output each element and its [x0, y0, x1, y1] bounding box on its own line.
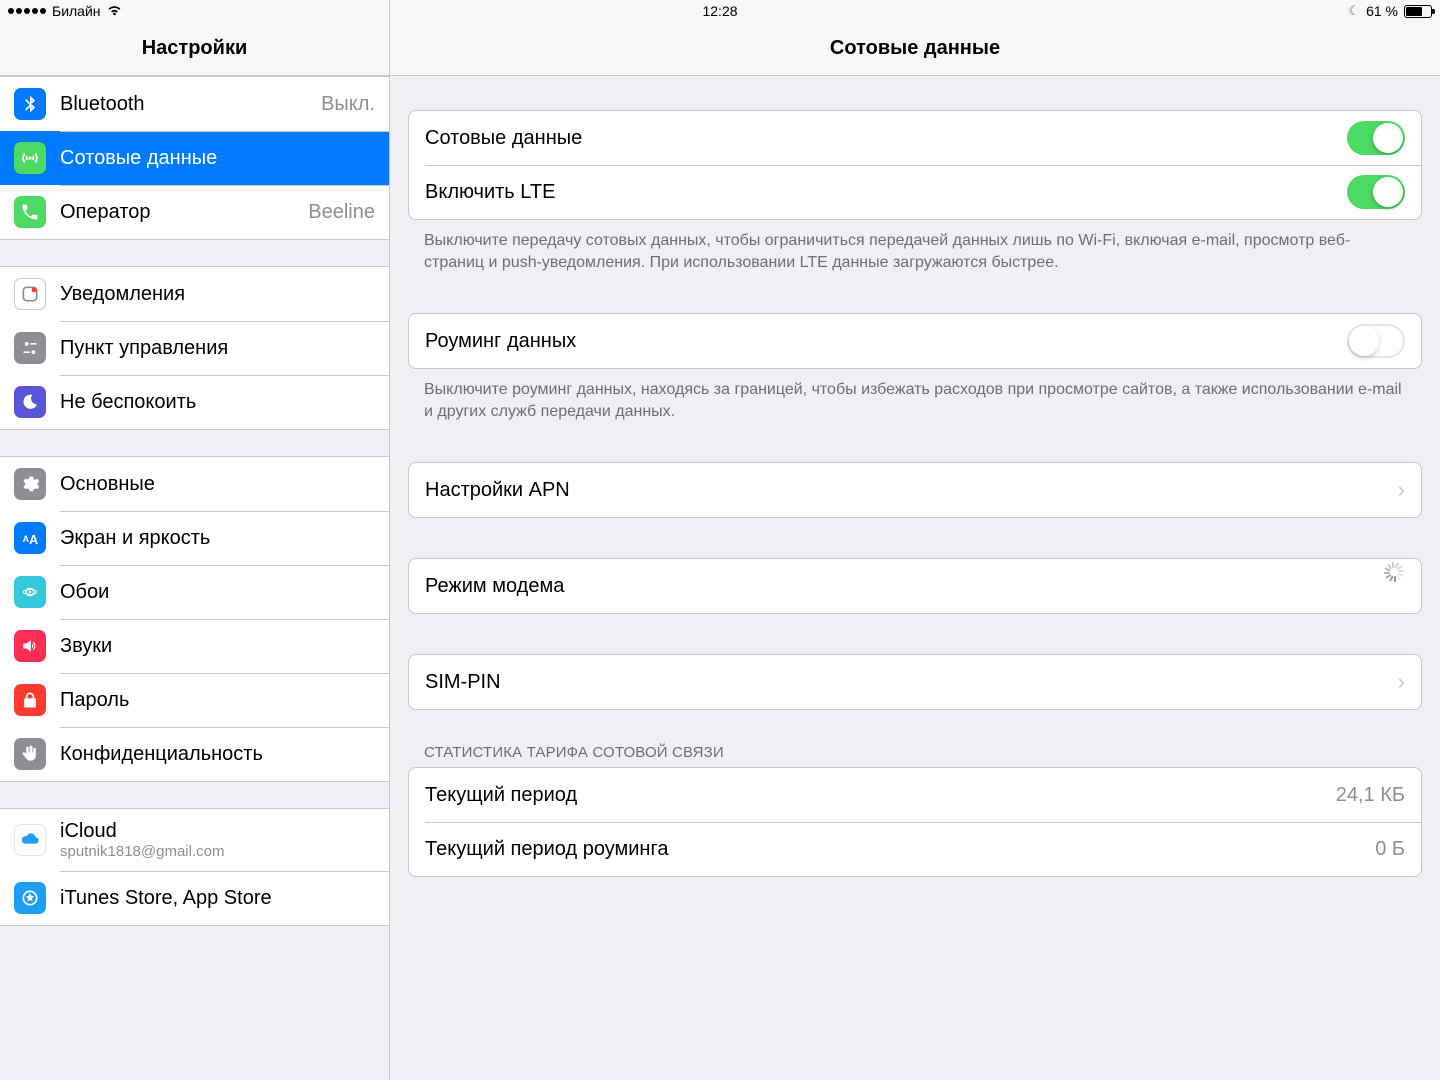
row-value: 0 Б: [1375, 838, 1405, 861]
row-current-period: Текущий период 24,1 КБ: [409, 768, 1421, 822]
sidebar-item-itunes[interactable]: iTunes Store, App Store: [0, 871, 389, 925]
chevron-right-icon: ›: [1398, 669, 1405, 695]
lock-icon: [14, 684, 46, 716]
section-header-stats: СТАТИСТИКА ТАРИФА СОТОВОЙ СВЯЗИ: [424, 744, 1406, 761]
wallpaper-icon: [14, 576, 46, 608]
chevron-right-icon: ›: [1398, 477, 1405, 503]
row-label: SIM-PIN: [425, 671, 1398, 694]
row-sim-pin[interactable]: SIM-PIN ›: [409, 655, 1421, 709]
settings-sidebar: Настройки Bluetooth Выкл. Сотовые данные: [0, 0, 390, 1080]
cellular-icon: [14, 142, 46, 174]
sidebar-item-label: Не беспокоить: [60, 391, 375, 414]
sidebar-item-notifications[interactable]: Уведомления: [0, 267, 389, 321]
sidebar-item-label: Звуки: [60, 635, 375, 658]
sidebar-item-label: Экран и яркость: [60, 527, 375, 550]
sidebar-item-control-center[interactable]: Пункт управления: [0, 321, 389, 375]
sidebar-title: Настройки: [142, 37, 248, 60]
sidebar-item-label: Пароль: [60, 689, 375, 712]
sidebar-item-carrier[interactable]: Оператор Beeline: [0, 185, 389, 239]
sidebar-item-dnd[interactable]: Не беспокоить: [0, 375, 389, 429]
phone-icon: [14, 196, 46, 228]
sidebar-item-label: Уведомления: [60, 283, 375, 306]
sidebar-item-label: Сотовые данные: [60, 147, 375, 170]
carrier-name: Билайн: [52, 3, 101, 19]
sidebar-item-wallpaper[interactable]: Обои: [0, 565, 389, 619]
battery-icon: [1404, 5, 1432, 18]
row-label: Роуминг данных: [425, 330, 1347, 353]
icloud-account-email: sputnik1818@gmail.com: [60, 843, 224, 860]
cloud-icon: [14, 824, 46, 856]
hand-icon: [14, 738, 46, 770]
sidebar-item-value: Выкл.: [321, 93, 375, 116]
dnd-moon-icon: ☾: [1348, 3, 1360, 19]
signal-dots-icon: [8, 8, 46, 14]
speaker-icon: [14, 630, 46, 662]
row-cellular-data[interactable]: Сотовые данные: [409, 111, 1421, 165]
battery-percent: 61 %: [1366, 3, 1398, 19]
row-enable-lte[interactable]: Включить LTE: [409, 165, 1421, 219]
sidebar-item-label: Bluetooth: [60, 93, 307, 116]
row-label: Настройки APN: [425, 479, 1398, 502]
row-data-roaming[interactable]: Роуминг данных: [409, 314, 1421, 368]
enable-lte-toggle[interactable]: [1347, 175, 1405, 209]
status-bar: Билайн 12:28 ☾ 61 %: [0, 0, 1440, 22]
row-personal-hotspot[interactable]: Режим модема: [409, 559, 1421, 613]
sidebar-item-label: Пункт управления: [60, 337, 375, 360]
row-label: Текущий период: [425, 784, 1336, 807]
notifications-icon: [14, 278, 46, 310]
wifi-icon: [107, 4, 122, 19]
sidebar-item-label: Основные: [60, 473, 375, 496]
row-label: Включить LTE: [425, 181, 1347, 204]
row-current-roaming-period: Текущий период роуминга 0 Б: [409, 822, 1421, 876]
moon-icon: [14, 386, 46, 418]
appstore-icon: [14, 882, 46, 914]
sidebar-item-cellular[interactable]: Сотовые данные: [0, 131, 389, 185]
sidebar-item-bluetooth[interactable]: Bluetooth Выкл.: [0, 77, 389, 131]
sidebar-item-label: iTunes Store, App Store: [60, 887, 375, 910]
sidebar-item-sounds[interactable]: Звуки: [0, 619, 389, 673]
gear-icon: [14, 468, 46, 500]
sidebar-item-label: Конфиденциальность: [60, 743, 375, 766]
row-label: Сотовые данные: [425, 127, 1347, 150]
sidebar-item-general[interactable]: Основные: [0, 457, 389, 511]
sidebar-item-label: iCloud: [60, 820, 224, 843]
textsize-icon: AA: [14, 522, 46, 554]
row-value: 24,1 КБ: [1336, 784, 1405, 807]
bluetooth-icon: [14, 88, 46, 120]
sidebar-item-value: Beeline: [308, 201, 375, 224]
sidebar-item-label: Оператор: [60, 201, 294, 224]
control-center-icon: [14, 332, 46, 364]
clock: 12:28: [702, 3, 737, 19]
footer-text-roaming: Выключите роуминг данных, находясь за гр…: [424, 379, 1406, 422]
data-roaming-toggle[interactable]: [1347, 324, 1405, 358]
sidebar-item-label: Обои: [60, 581, 375, 604]
cellular-data-toggle[interactable]: [1347, 121, 1405, 155]
sidebar-item-privacy[interactable]: Конфиденциальность: [0, 727, 389, 781]
svg-text:A: A: [29, 533, 38, 547]
sidebar-item-icloud[interactable]: iCloud sputnik1818@gmail.com: [0, 809, 389, 871]
loading-spinner-icon: [1385, 576, 1405, 596]
detail-pane: Сотовые данные Сотовые данные Включить L…: [390, 0, 1440, 1080]
detail-title: Сотовые данные: [830, 37, 1000, 60]
row-label: Текущий период роуминга: [425, 838, 1375, 861]
sidebar-item-passcode[interactable]: Пароль: [0, 673, 389, 727]
sidebar-item-display[interactable]: AA Экран и яркость: [0, 511, 389, 565]
row-label: Режим модема: [425, 575, 1385, 598]
row-apn-settings[interactable]: Настройки APN ›: [409, 463, 1421, 517]
footer-text-lte: Выключите передачу сотовых данных, чтобы…: [424, 230, 1406, 273]
